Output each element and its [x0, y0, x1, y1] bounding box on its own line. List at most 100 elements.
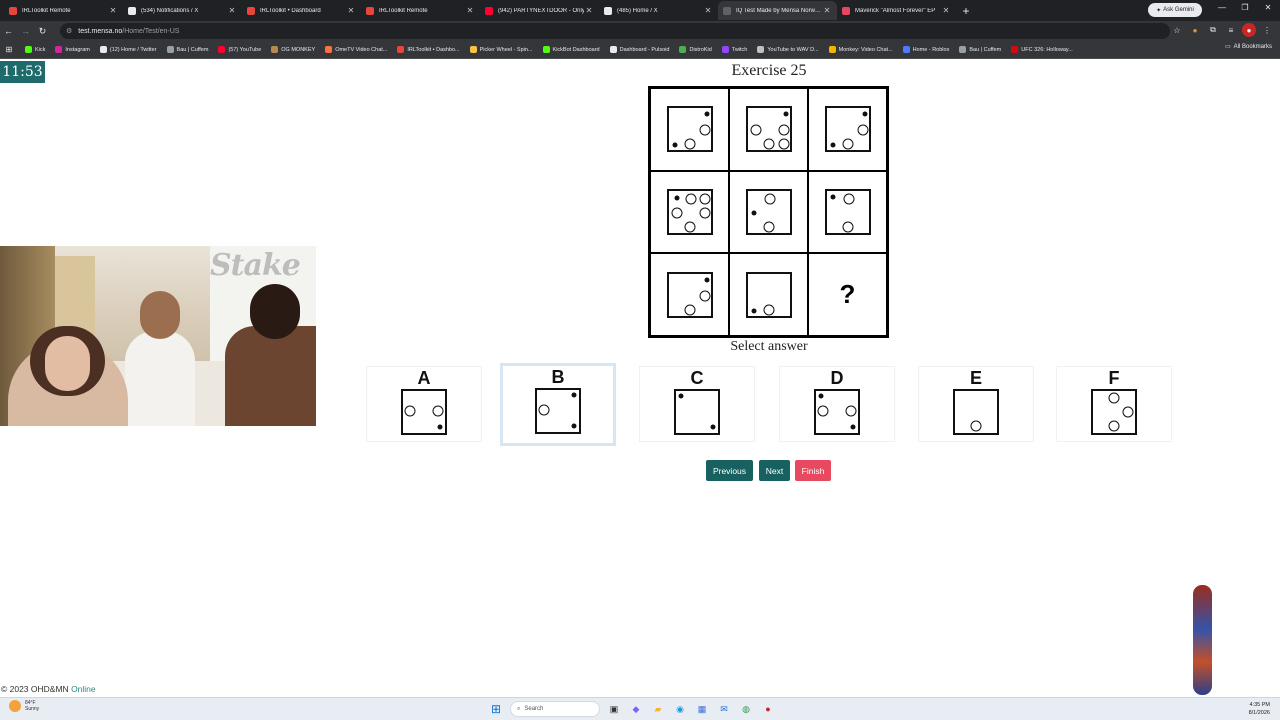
bookmark-label: YouTube to WAV D... [767, 46, 819, 53]
taskbar-apps: ⊞ ⌕ Search ▣ ◆ ▰ ◉ ▦ ✉ ◍ ● [488, 701, 776, 717]
circle-shape [538, 404, 550, 416]
close-icon[interactable]: ✕ [227, 6, 237, 15]
extension-icon[interactable]: ● [1188, 23, 1202, 37]
bookmark-item[interactable]: Twitch [717, 43, 753, 57]
profile-avatar-icon[interactable]: ● [1242, 23, 1256, 37]
close-icon[interactable]: ✕ [584, 6, 594, 15]
bookmark-label: DistroKid [689, 46, 712, 53]
store-icon[interactable]: ▦ [694, 701, 710, 717]
bookmark-label: Dashboard - Pulsoid [619, 46, 670, 53]
circle-shape [970, 420, 982, 432]
circle-shape [763, 221, 774, 233]
address-bar-row: ← → ↻ ⚙ test.mensa.no /Home/Test/en-US ☆… [0, 21, 1280, 41]
bookmark-item[interactable]: Monkey: Video Chat... [824, 43, 898, 57]
bookmark-star-icon[interactable]: ☆ [1170, 23, 1184, 37]
windows-start-icon[interactable]: ⊞ [488, 701, 504, 717]
bookmark-item[interactable]: KickBot Dashboard [538, 43, 605, 57]
extensions-puzzle-icon[interactable]: ⧉ [1206, 23, 1220, 37]
tab[interactable]: Maverick "Almost Forever" EP ✕ [837, 1, 956, 20]
tab[interactable]: IRLToolkit Remote ✕ [361, 1, 480, 20]
bookmark-favicon [469, 46, 477, 53]
bookmark-item[interactable]: Dashboard - Pulsoid [605, 43, 675, 57]
apps-grid-icon[interactable]: ⊞ [4, 45, 14, 54]
task-view-icon[interactable]: ▣ [606, 701, 622, 717]
circle-shape [778, 124, 789, 136]
sparkle-icon: ✦ [1156, 7, 1162, 14]
mail-icon[interactable]: ✉ [716, 701, 732, 717]
answer-option-a[interactable]: A [366, 366, 482, 442]
figure [824, 106, 871, 153]
bookmark-item[interactable]: UFC 326: Holloway... [1006, 43, 1078, 57]
circle-shape [684, 138, 695, 150]
close-icon[interactable]: ✕ [822, 6, 832, 15]
tab-title: IRLToolkit Remote [379, 7, 428, 14]
file-explorer-icon[interactable]: ▰ [650, 701, 666, 717]
url-input[interactable]: ⚙ test.mensa.no /Home/Test/en-US [60, 23, 1170, 39]
finish-button[interactable]: Finish [795, 460, 831, 481]
close-icon[interactable]: ✕ [108, 6, 118, 15]
menu-icon[interactable]: ⋮ [1260, 23, 1274, 37]
copilot-icon[interactable]: ◆ [628, 701, 644, 717]
dot-shape [850, 424, 856, 430]
weather-widget[interactable]: 84°F Sunny [9, 700, 39, 712]
screen: IRLToolkit Remote ✕ (534) Notifications /… [0, 0, 1280, 720]
reload-icon[interactable]: ↻ [34, 26, 51, 37]
bookmark-item[interactable]: DistroKid [674, 43, 716, 57]
answer-option-e[interactable]: E [918, 366, 1034, 442]
mascot-overlay [1193, 585, 1212, 695]
search-placeholder: Search [524, 706, 544, 712]
bookmark-item[interactable]: (57) YouTube [213, 43, 266, 57]
bookmark-item[interactable]: Home - Roblox [898, 43, 955, 57]
tab[interactable]: (534) Notifications / X ✕ [123, 1, 242, 20]
new-tab-button[interactable]: + [956, 4, 976, 18]
bookmark-item[interactable]: Bau | Cuffem [162, 43, 214, 57]
maximize-button[interactable]: ❐ [1235, 3, 1255, 12]
person-head [250, 284, 300, 339]
tab-active[interactable]: IQ Test Made by Mensa Norw… ✕ [718, 1, 837, 20]
tab[interactable]: (942) PARTYNEXTDOOR - Only ✕ [480, 1, 599, 20]
bookmark-item[interactable]: OG MONKEY [266, 43, 320, 57]
close-icon[interactable]: ✕ [465, 6, 475, 15]
close-icon[interactable]: ✕ [346, 6, 356, 15]
tab[interactable]: IRLToolkit • Dashboard ✕ [242, 1, 361, 20]
answer-option-f[interactable]: F [1056, 366, 1172, 442]
bookmark-label: (57) YouTube [228, 46, 262, 53]
bookmark-item[interactable]: (12) Home / Twitter [95, 43, 162, 57]
taskbar-search-input[interactable]: ⌕ Search [510, 701, 600, 717]
bookmark-label: OmeTV Video Chat... [335, 46, 388, 53]
answer-option-d[interactable]: D [779, 366, 895, 442]
tab-title: IQ Test Made by Mensa Norw… [736, 7, 821, 14]
forward-icon[interactable]: → [17, 26, 34, 36]
close-icon[interactable]: ✕ [703, 6, 713, 15]
next-button[interactable]: Next [759, 460, 790, 481]
chrome-icon[interactable]: ◍ [738, 701, 754, 717]
site-info-icon[interactable]: ⚙ [66, 27, 72, 35]
tab[interactable]: (485) Home / X ✕ [599, 1, 718, 20]
bookmark-item[interactable]: Bau | Cuffem [954, 43, 1006, 57]
ask-gemini-button[interactable]: ✦ Ask Gemini [1148, 3, 1202, 17]
back-icon[interactable]: ← [0, 26, 17, 36]
app-icon[interactable]: ● [760, 701, 776, 717]
bookmark-favicon [55, 46, 63, 53]
close-window-button[interactable]: ✕ [1258, 3, 1278, 12]
minimize-button[interactable]: — [1212, 3, 1232, 12]
edge-icon[interactable]: ◉ [672, 701, 688, 717]
answer-letter: D [830, 368, 844, 388]
answer-option-b[interactable]: B [500, 363, 616, 446]
bookmark-item[interactable]: OmeTV Video Chat... [320, 43, 392, 57]
circle-shape [842, 221, 853, 233]
media-icon[interactable]: ≡ [1224, 23, 1238, 37]
bookmark-item[interactable]: Kick [20, 43, 50, 57]
tab[interactable]: IRLToolkit Remote ✕ [4, 1, 123, 20]
bookmark-item[interactable]: YouTube to WAV D... [752, 43, 823, 57]
person-body [225, 326, 316, 426]
system-clock[interactable]: 4:35 PM 8/1/2026 [1249, 701, 1270, 717]
bookmark-item[interactable]: Picker Wheel - Spin... [465, 43, 538, 57]
circle-shape [685, 193, 696, 205]
all-bookmarks-button[interactable]: ▭ All Bookmarks [1225, 43, 1272, 51]
bookmark-item[interactable]: Instagram [50, 43, 94, 57]
previous-button[interactable]: Previous [706, 460, 753, 481]
close-icon[interactable]: ✕ [941, 6, 951, 15]
answer-option-c[interactable]: C [639, 366, 755, 442]
bookmark-item[interactable]: IRLToolkit • Dashbo... [392, 43, 464, 57]
